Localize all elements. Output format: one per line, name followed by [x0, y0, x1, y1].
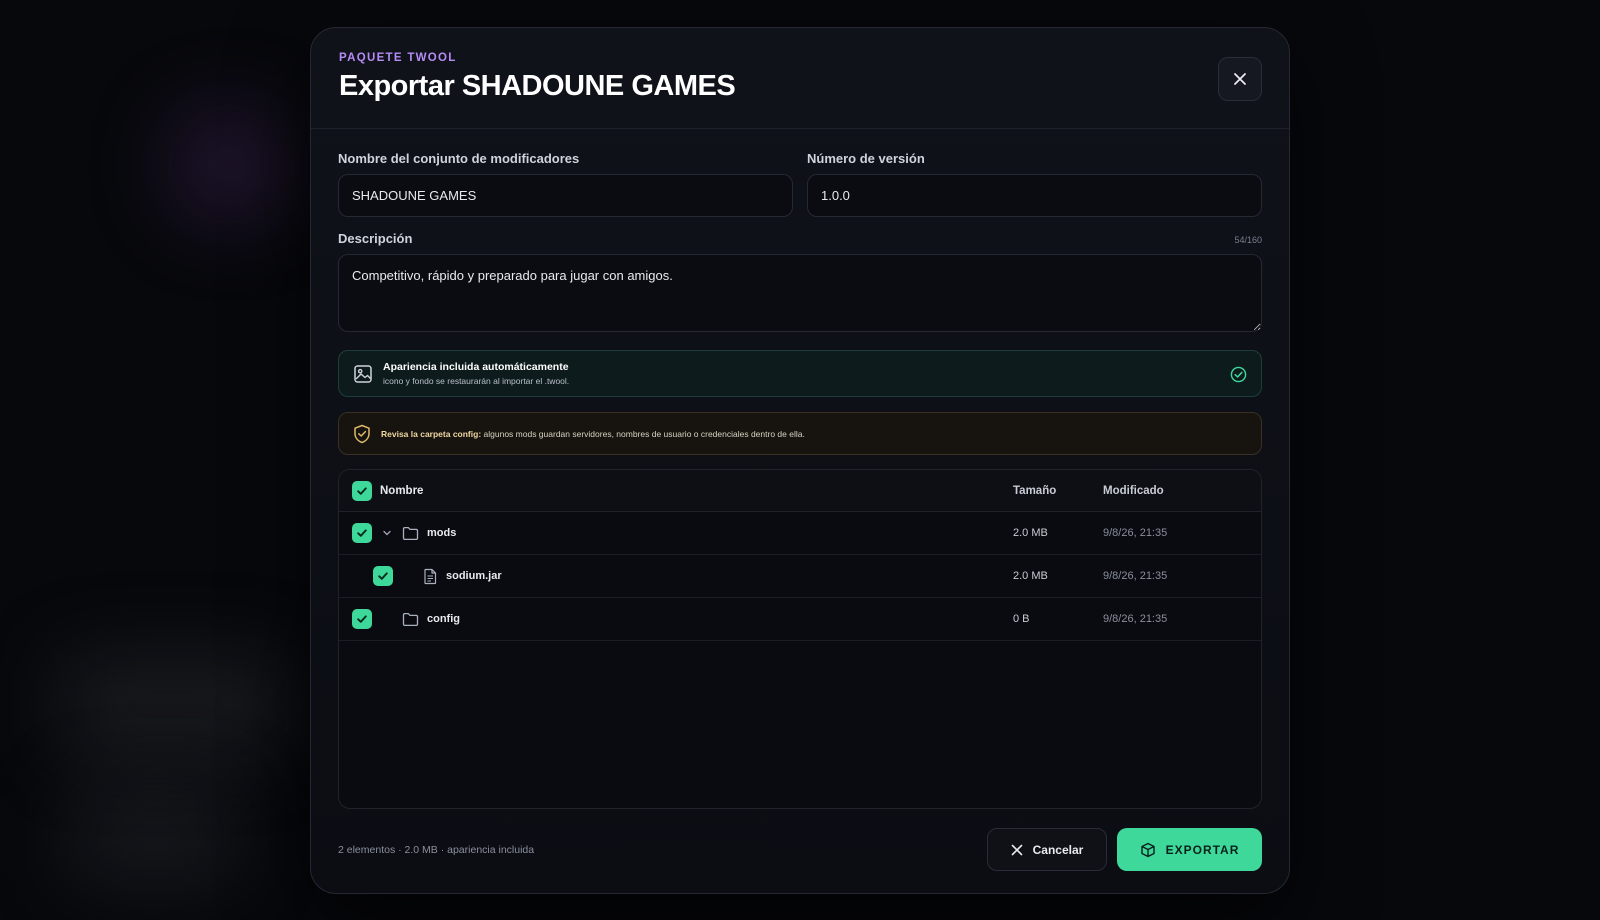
version-label: Número de versión: [807, 151, 925, 166]
checkbox-check-icon: [357, 615, 367, 623]
shield-check-icon: [354, 424, 370, 443]
row-modified: 9/8/26, 21:35: [1103, 527, 1168, 539]
description-label: Descripción: [338, 231, 413, 246]
file-table: Nombre Tamaño Modificado mods 2.0 MB 9/8…: [338, 469, 1262, 809]
export-label: EXPORTAR: [1165, 842, 1240, 857]
package-icon: [1140, 842, 1155, 857]
row-checkbox[interactable]: [373, 566, 393, 586]
chevron-down-icon: [383, 530, 391, 536]
row-name: sodium.jar: [446, 570, 502, 582]
background-blur-panel: [70, 790, 240, 880]
column-name-header[interactable]: Nombre: [380, 485, 423, 497]
modpack-name-input[interactable]: [338, 174, 793, 217]
table-row[interactable]: mods 2.0 MB 9/8/26, 21:35: [339, 512, 1261, 555]
version-field: Número de versión: [807, 151, 1262, 217]
appearance-notice: Apariencia incluida automáticamente icon…: [338, 350, 1262, 397]
column-modified-header[interactable]: Modificado: [1103, 485, 1261, 497]
config-warning-notice: Revisa la carpeta config: algunos mods g…: [338, 412, 1262, 455]
modpack-name-field: Nombre del conjunto de modificadores: [338, 151, 793, 217]
row-size: 2.0 MB: [1013, 570, 1048, 582]
column-size-header[interactable]: Tamaño: [1013, 485, 1103, 497]
row-name: config: [427, 613, 460, 625]
row-modified: 9/8/26, 21:35: [1103, 570, 1168, 582]
row-size: 0 B: [1013, 613, 1030, 625]
modal-body: Nombre del conjunto de modificadores Núm…: [311, 151, 1289, 809]
modal-eyebrow: PAQUETE TWOOL: [339, 52, 457, 64]
appearance-notice-title: Apariencia incluida automáticamente: [383, 361, 569, 373]
expand-toggle[interactable]: [380, 528, 394, 538]
close-button[interactable]: [1218, 57, 1262, 101]
modal-title: Exportar SHADOUNE GAMES: [339, 70, 736, 102]
modal-footer: 2 elementos · 2.0 MB · apariencia inclui…: [338, 828, 1262, 871]
modpack-name-label: Nombre del conjunto de modificadores: [338, 151, 580, 166]
check-circle-icon: [1230, 366, 1247, 383]
export-button[interactable]: EXPORTAR: [1117, 828, 1262, 871]
table-row[interactable]: config 0 B 9/8/26, 21:35: [339, 598, 1261, 641]
background-blur-panel: [60, 660, 290, 750]
config-warning-text: Revisa la carpeta config: algunos mods g…: [381, 429, 805, 439]
row-name: mods: [427, 527, 457, 539]
image-icon: [354, 364, 372, 383]
close-icon: [1011, 844, 1022, 855]
export-summary: 2 elementos · 2.0 MB · apariencia inclui…: [338, 843, 535, 856]
export-modal: PAQUETE TWOOL Exportar SHADOUNE GAMES No…: [310, 27, 1290, 894]
table-header: Nombre Tamaño Modificado: [339, 470, 1261, 512]
background-glow: [170, 110, 290, 220]
appearance-notice-subtitle: icono y fondo se restaurarán al importar…: [383, 376, 570, 386]
select-all-checkbox[interactable]: [352, 480, 372, 501]
config-warning-message: algunos mods guardan servidores, nombres…: [481, 428, 805, 439]
cancel-label: Cancelar: [1032, 842, 1084, 857]
version-input[interactable]: [807, 174, 1262, 217]
file-icon: [424, 568, 437, 584]
folder-icon: [402, 612, 419, 626]
close-icon: [1234, 73, 1246, 85]
row-checkbox[interactable]: [352, 609, 372, 629]
description-counter: 54/160: [1234, 235, 1262, 245]
row-size: 2.0 MB: [1013, 527, 1048, 539]
row-checkbox[interactable]: [352, 523, 372, 543]
row-modified: 9/8/26, 21:35: [1103, 613, 1168, 625]
checkbox-check-icon: [378, 572, 388, 580]
cancel-button[interactable]: Cancelar: [987, 828, 1107, 871]
checkbox-check-icon: [357, 529, 367, 537]
description-textarea[interactable]: Competitivo, rápido y preparado para jug…: [338, 254, 1262, 332]
table-row[interactable]: sodium.jar 2.0 MB 9/8/26, 21:35: [339, 555, 1261, 598]
modal-header: PAQUETE TWOOL Exportar SHADOUNE GAMES: [311, 28, 1289, 129]
checkbox-check-icon: [357, 486, 367, 495]
folder-icon: [402, 526, 419, 540]
config-warning-bold: Revisa la carpeta config:: [381, 428, 482, 439]
